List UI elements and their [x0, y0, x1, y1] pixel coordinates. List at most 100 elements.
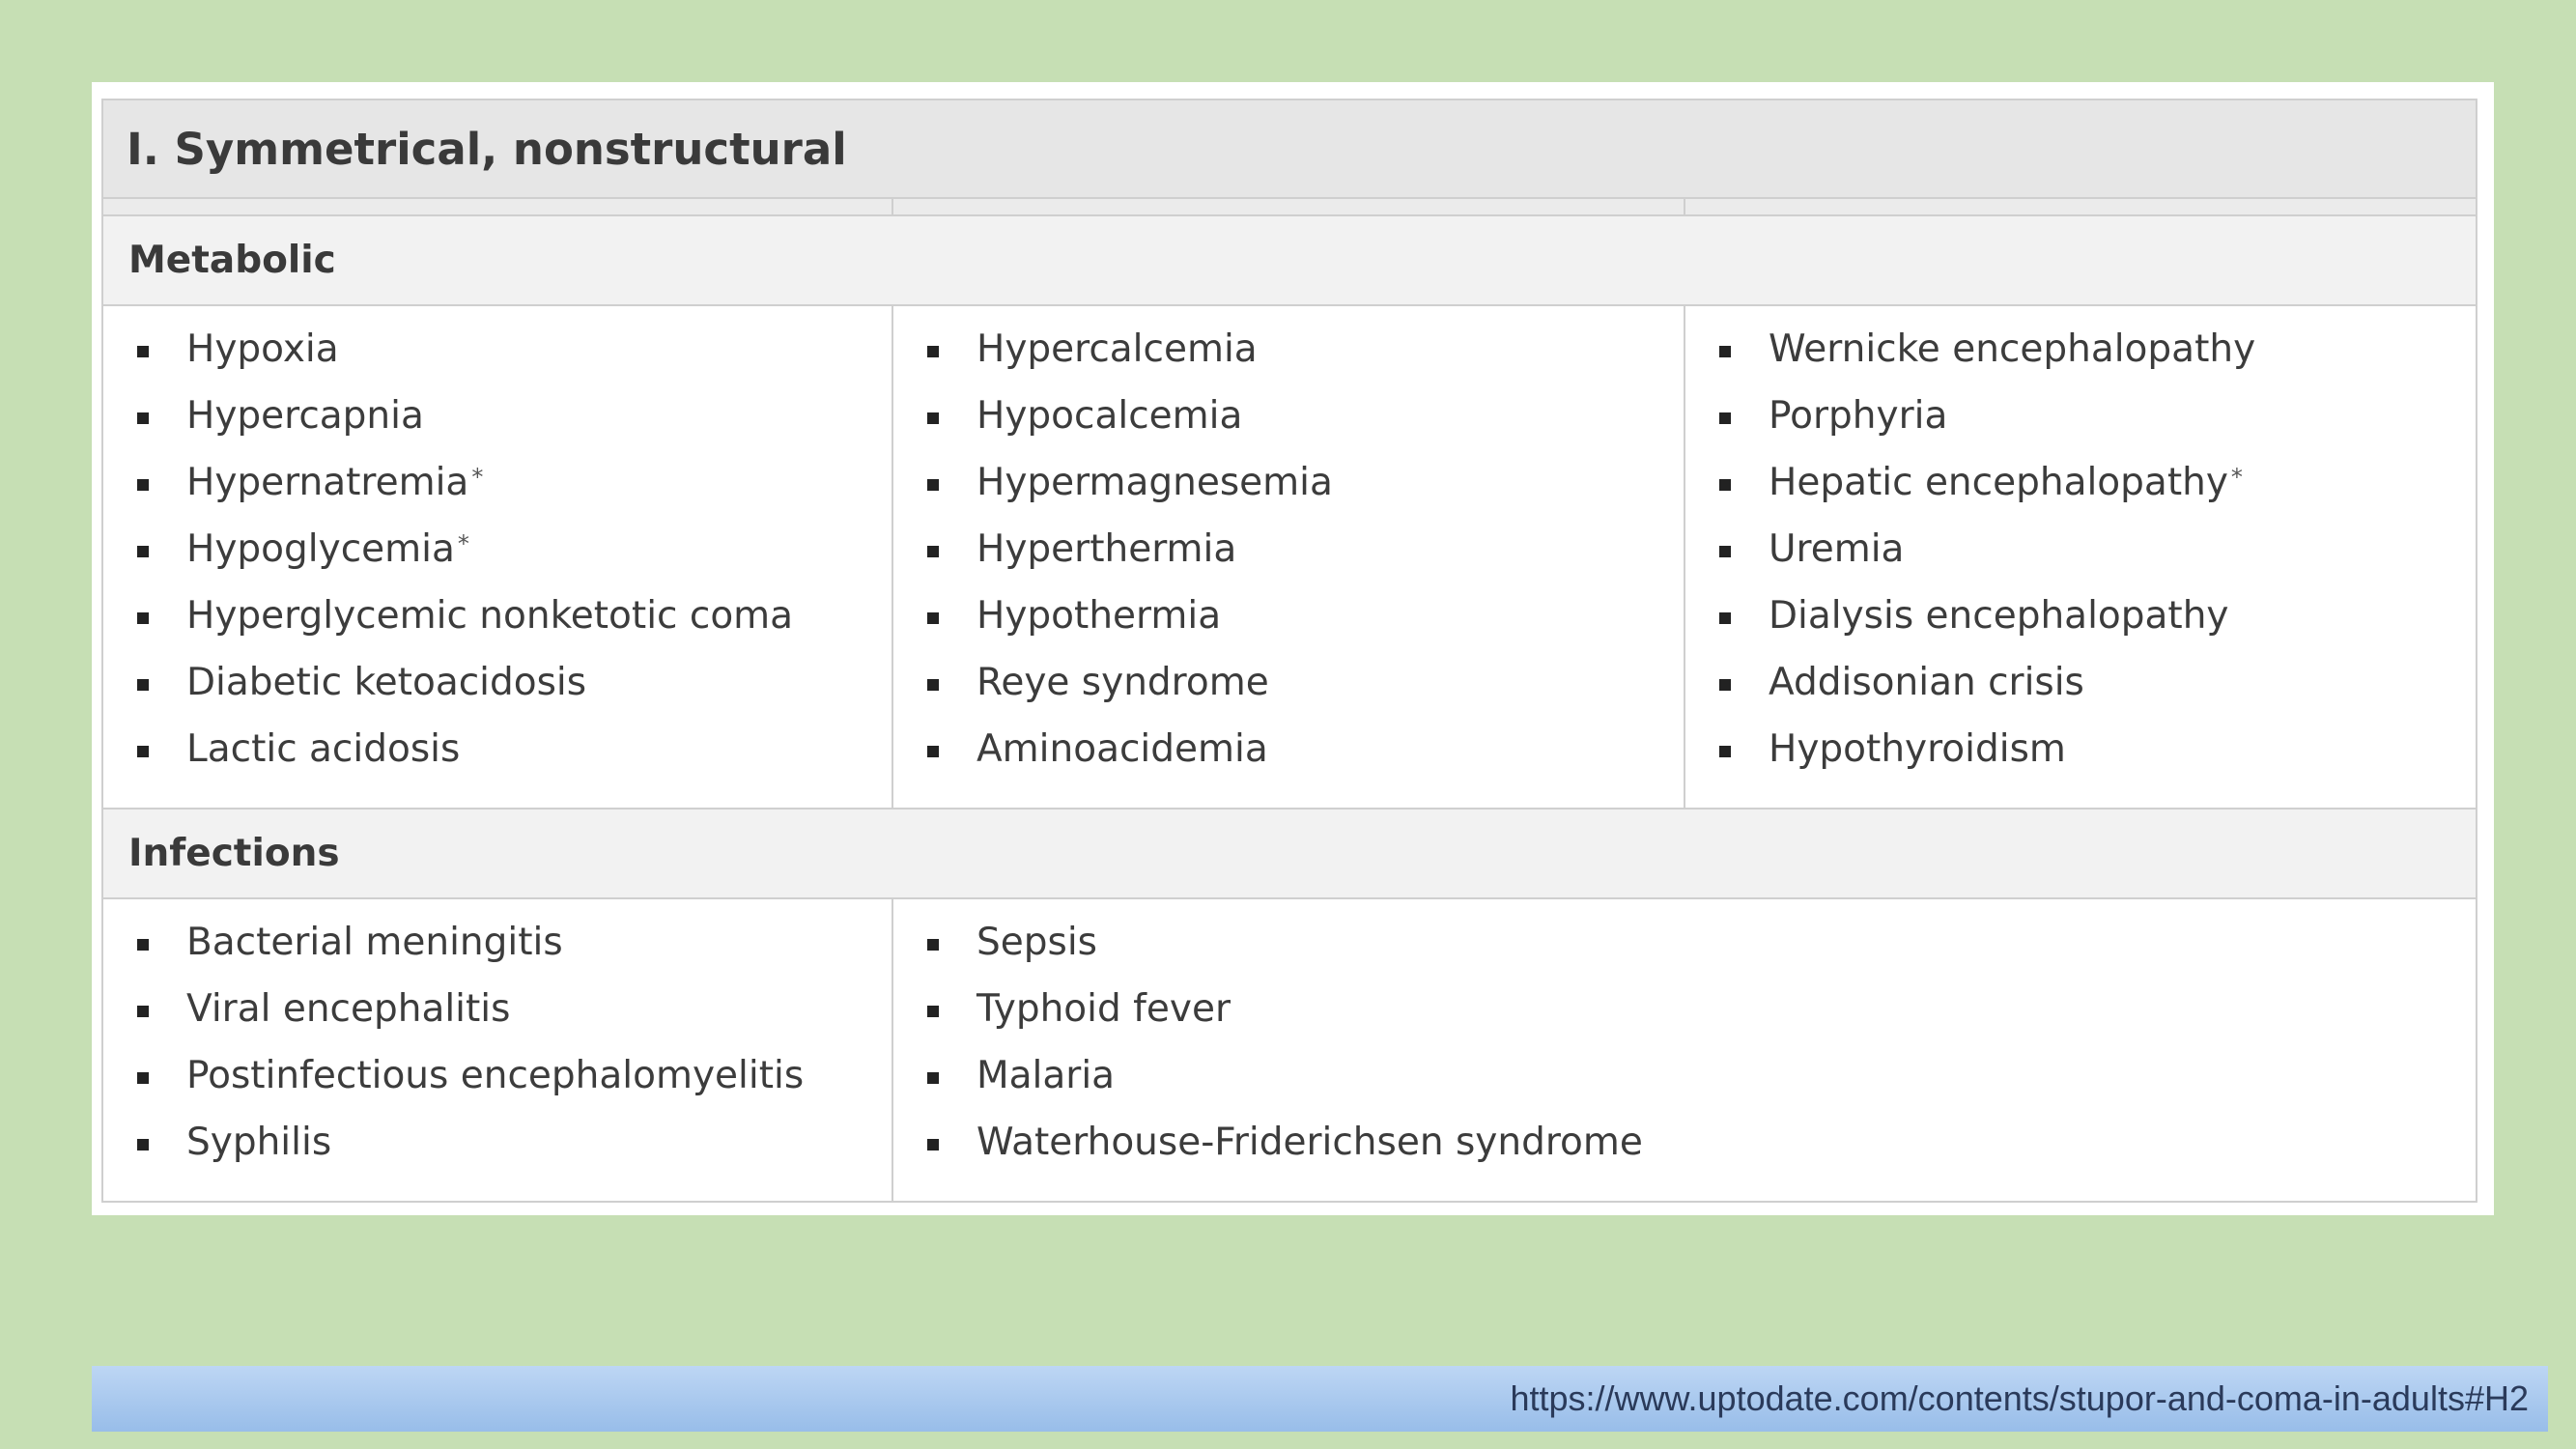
list-item: Typhoid fever [893, 987, 2476, 1054]
list-item: Bacterial meningitis [103, 921, 892, 987]
list-item-label: Lactic acidosis [186, 727, 461, 771]
list-item-label: Hypothyroidism [1769, 727, 2066, 771]
bullet-icon [137, 479, 149, 491]
list-item-label: Waterhouse-Friderichsen syndrome [977, 1121, 1643, 1164]
list-item: Malaria [893, 1054, 2476, 1121]
list-item: Lactic acidosis [103, 727, 892, 794]
bullet-icon [137, 546, 149, 557]
bullet-icon [927, 479, 939, 491]
list-item: Hypermagnesemia [893, 461, 1684, 527]
metabolic-column-1: Hypoxia Hypercapnia Hypernatremia * Hypog… [103, 306, 893, 808]
bullet-icon [927, 412, 939, 424]
list-item-label: Hypercapnia [186, 394, 424, 438]
bullet-icon [137, 1072, 149, 1084]
list-item-label: Hypoxia [186, 327, 339, 371]
list-item-label: Bacterial meningitis [186, 921, 563, 964]
bullet-icon [137, 412, 149, 424]
bullet-icon [137, 679, 149, 691]
bullet-icon [1719, 679, 1731, 691]
list-item: Diabetic ketoacidosis [103, 661, 892, 727]
list-item: Hypocalcemia [893, 394, 1684, 461]
list-item-label: Addisonian crisis [1769, 661, 2084, 704]
metabolic-column-3: Wernicke encephalopathy Porphyria Hepati… [1685, 306, 2476, 808]
list-item-label: Sepsis [977, 921, 1097, 964]
bullet-icon [137, 746, 149, 757]
list-item: Viral encephalitis [103, 987, 892, 1054]
list-item-label: Porphyria [1769, 394, 1948, 438]
footnote-marker[interactable]: * [458, 530, 469, 557]
list-item-label: Hypernatremia [186, 461, 469, 504]
list-item: Hepatic encephalopathy * [1685, 461, 2476, 527]
list-item: Aminoacidemia [893, 727, 1684, 794]
bullet-icon [137, 1139, 149, 1151]
footnote-marker[interactable]: * [2231, 464, 2243, 491]
list-item: Syphilis [103, 1121, 892, 1187]
section-body-metabolic: Hypoxia Hypercapnia Hypernatremia * Hypog… [103, 306, 2476, 810]
source-url-link[interactable]: https://www.uptodate.com/contents/stupor… [1510, 1378, 2529, 1419]
list-item: Hypothermia [893, 594, 1684, 661]
source-url-bar: https://www.uptodate.com/contents/stupor… [92, 1366, 2548, 1432]
list-item-label: Postinfectious encephalomyelitis [186, 1054, 805, 1097]
list-item: Hypercalcemia [893, 327, 1684, 394]
column-divider-row [103, 199, 2476, 216]
bullet-icon [1719, 546, 1731, 557]
list-item-label: Syphilis [186, 1121, 332, 1164]
list-item-label: Typhoid fever [977, 987, 1231, 1031]
bullet-icon [1719, 412, 1731, 424]
causes-table: I. Symmetrical, nonstructural Metabolic … [101, 99, 2477, 1203]
list-item: Uremia [1685, 527, 2476, 594]
list-item: Postinfectious encephalomyelitis [103, 1054, 892, 1121]
list-item-label: Dialysis encephalopathy [1769, 594, 2229, 638]
list-item: Hypernatremia * [103, 461, 892, 527]
bullet-icon [927, 546, 939, 557]
bullet-icon [137, 612, 149, 624]
list-item: Wernicke encephalopathy [1685, 327, 2476, 394]
bullet-icon [927, 1139, 939, 1151]
list-item: Porphyria [1685, 394, 2476, 461]
list-item-label: Hyperglycemic nonketotic coma [186, 594, 794, 638]
bullet-icon [1719, 612, 1731, 624]
list-item-label: Reye syndrome [977, 661, 1269, 704]
list-item: Hyperglycemic nonketotic coma [103, 594, 892, 661]
list-item: Dialysis encephalopathy [1685, 594, 2476, 661]
bullet-icon [137, 939, 149, 951]
list-item: Waterhouse-Friderichsen syndrome [893, 1121, 2476, 1187]
bullet-icon [927, 679, 939, 691]
list-item: Hypercapnia [103, 394, 892, 461]
infections-column-1: Bacterial meningitis Viral encephalitis … [103, 899, 893, 1201]
list-item: Hypoxia [103, 327, 892, 394]
bullet-icon [1719, 479, 1731, 491]
bullet-icon [1719, 346, 1731, 357]
table-panel: I. Symmetrical, nonstructural Metabolic … [92, 82, 2494, 1215]
list-item-label: Hypoglycemia [186, 527, 455, 571]
list-item-label: Hypocalcemia [977, 394, 1243, 438]
list-item-label: Uremia [1769, 527, 1905, 571]
list-item: Sepsis [893, 921, 2476, 987]
list-item-label: Hypothermia [977, 594, 1222, 638]
bullet-icon [927, 1072, 939, 1084]
bullet-icon [927, 939, 939, 951]
list-item: Hypoglycemia * [103, 527, 892, 594]
list-item-label: Malaria [977, 1054, 1116, 1097]
section-body-infections: Bacterial meningitis Viral encephalitis … [103, 899, 2476, 1203]
list-item-label: Viral encephalitis [186, 987, 511, 1031]
bullet-icon [927, 346, 939, 357]
footnote-marker[interactable]: * [471, 464, 483, 491]
table-title: I. Symmetrical, nonstructural [103, 100, 2476, 199]
list-item: Addisonian crisis [1685, 661, 2476, 727]
bullet-icon [927, 612, 939, 624]
bullet-icon [927, 746, 939, 757]
bullet-icon [137, 346, 149, 357]
bullet-icon [137, 1006, 149, 1017]
section-heading-metabolic: Metabolic [103, 216, 2476, 306]
list-item-label: Hepatic encephalopathy [1769, 461, 2228, 504]
bullet-icon [1719, 746, 1731, 757]
list-item: Reye syndrome [893, 661, 1684, 727]
list-item: Hypothyroidism [1685, 727, 2476, 794]
list-item-label: Hyperthermia [977, 527, 1237, 571]
bullet-icon [927, 1006, 939, 1017]
list-item-label: Aminoacidemia [977, 727, 1268, 771]
metabolic-column-2: Hypercalcemia Hypocalcemia Hypermagnesem… [893, 306, 1685, 808]
list-item-label: Hypercalcemia [977, 327, 1258, 371]
list-item: Hyperthermia [893, 527, 1684, 594]
